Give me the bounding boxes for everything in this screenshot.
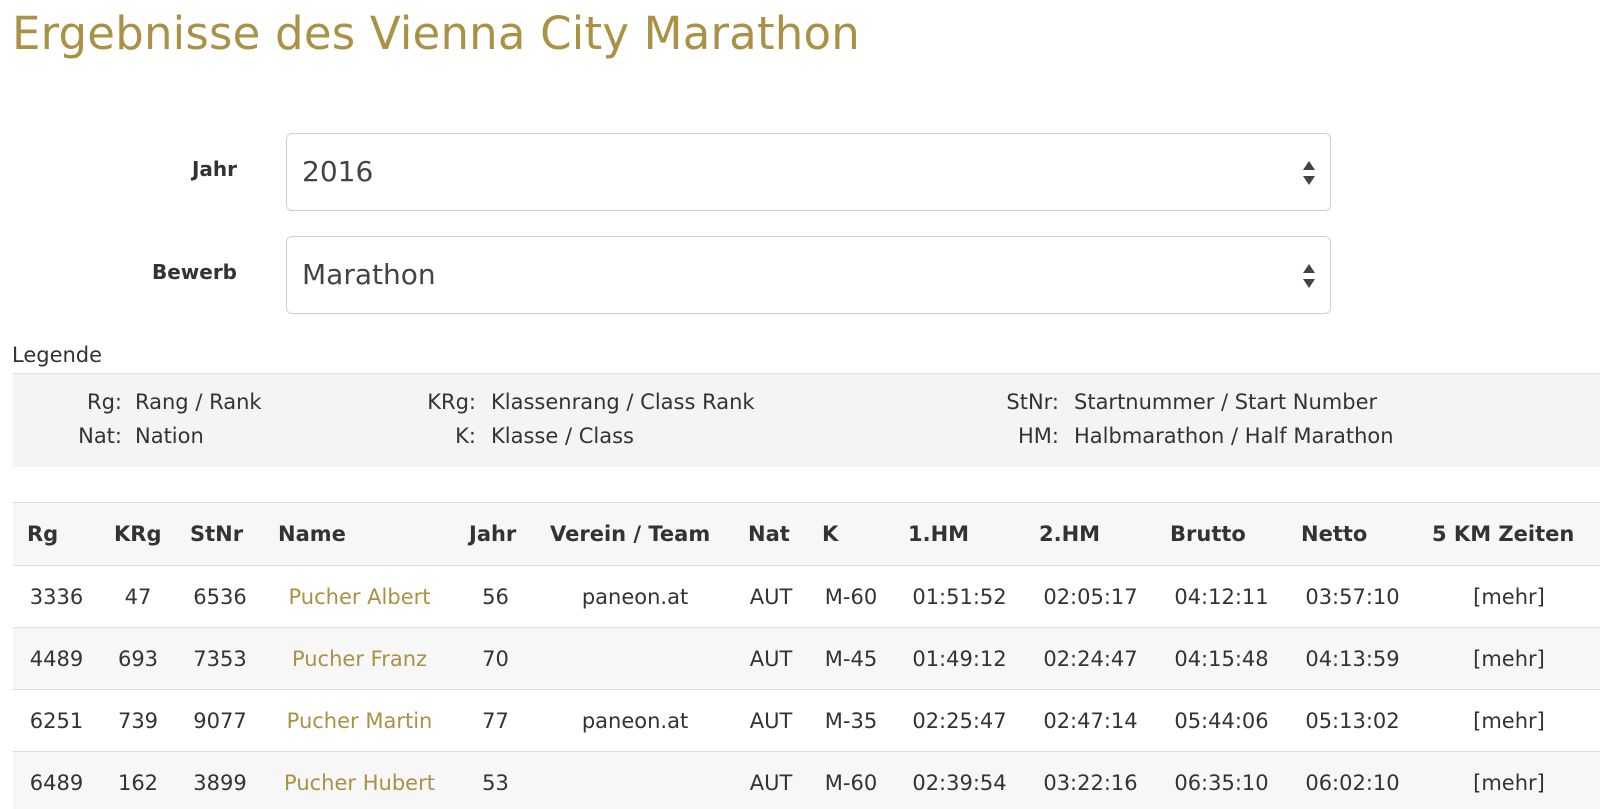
column-header-krg: KRg <box>100 502 176 566</box>
cell-brutto: 04:15:48 <box>1156 627 1287 690</box>
legend-value-hm: Halbmarathon / Half Marathon <box>1074 424 1394 448</box>
page-title: Ergebnisse des Vienna City Marathon <box>12 7 860 60</box>
event-select[interactable]: Marathon <box>286 236 1331 314</box>
cell-netto: 06:02:10 <box>1287 751 1418 809</box>
cell-rg: 6489 <box>13 751 100 809</box>
cell-rg: 6251 <box>13 689 100 752</box>
cell-krg: 739 <box>100 689 176 752</box>
table-header-row: Rg KRg StNr Name Jahr Verein / Team Nat … <box>13 502 1600 566</box>
table-row: 4489 693 7353 Pucher Franz 70 AUT M-45 0… <box>13 627 1600 690</box>
cell-nat: AUT <box>734 627 808 690</box>
cell-team: paneon.at <box>536 689 734 752</box>
select-updown-arrows-icon <box>1302 261 1316 291</box>
runner-name-link[interactable]: Pucher Albert <box>264 565 455 628</box>
cell-krg: 693 <box>100 627 176 690</box>
event-label: Bewerb <box>151 260 237 284</box>
cell-team <box>536 627 734 690</box>
column-header-hm2: 2.HM <box>1025 502 1156 566</box>
legend-key-nat: Nat: <box>78 424 122 448</box>
column-header-5km-splits: 5 KM Zeiten <box>1418 502 1600 566</box>
cell-hm1: 01:51:52 <box>894 565 1025 628</box>
cell-netto: 03:57:10 <box>1287 565 1418 628</box>
cell-k: M-60 <box>808 751 894 809</box>
column-header-name: Name <box>264 502 455 566</box>
cell-stnr: 7353 <box>176 627 264 690</box>
column-header-nat: Nat <box>734 502 808 566</box>
legend-value-stnr: Startnummer / Start Number <box>1074 390 1378 414</box>
year-label: Jahr <box>191 157 237 181</box>
cell-jahr: 77 <box>455 689 536 752</box>
cell-team: paneon.at <box>536 565 734 628</box>
cell-netto: 05:13:02 <box>1287 689 1418 752</box>
cell-jahr: 70 <box>455 627 536 690</box>
year-select[interactable]: 2016 <box>286 133 1331 211</box>
cell-nat: AUT <box>734 751 808 809</box>
legend-key-krg: KRg: <box>427 390 476 414</box>
column-header-rg: Rg <box>13 502 100 566</box>
event-select-value: Marathon <box>302 258 436 291</box>
event-form-row: Bewerb Marathon <box>0 236 1332 314</box>
cell-k: M-45 <box>808 627 894 690</box>
legend-heading: Legende <box>12 343 103 367</box>
legend-value-rg: Rang / Rank <box>135 390 262 414</box>
cell-k: M-35 <box>808 689 894 752</box>
cell-hm1: 01:49:12 <box>894 627 1025 690</box>
cell-rg: 3336 <box>13 565 100 628</box>
column-header-k: K <box>808 502 894 566</box>
runner-name-link[interactable]: Pucher Hubert <box>264 751 455 809</box>
more-splits-link[interactable]: [mehr] <box>1418 751 1600 809</box>
column-header-hm1: 1.HM <box>894 502 1025 566</box>
runner-name-link[interactable]: Pucher Franz <box>264 627 455 690</box>
legend-value-k: Klasse / Class <box>491 424 634 448</box>
cell-hm1: 02:39:54 <box>894 751 1025 809</box>
cell-nat: AUT <box>734 565 808 628</box>
cell-jahr: 56 <box>455 565 536 628</box>
more-splits-link[interactable]: [mehr] <box>1418 627 1600 690</box>
table-row: 6251 739 9077 Pucher Martin 77 paneon.at… <box>13 689 1600 752</box>
cell-team <box>536 751 734 809</box>
legend-value-nat: Nation <box>135 424 204 448</box>
cell-jahr: 53 <box>455 751 536 809</box>
column-header-stnr: StNr <box>176 502 264 566</box>
cell-nat: AUT <box>734 689 808 752</box>
cell-rg: 4489 <box>13 627 100 690</box>
cell-stnr: 6536 <box>176 565 264 628</box>
cell-hm2: 02:05:17 <box>1025 565 1156 628</box>
cell-hm2: 02:47:14 <box>1025 689 1156 752</box>
results-page: Ergebnisse des Vienna City Marathon Jahr… <box>0 0 1600 809</box>
cell-hm1: 02:25:47 <box>894 689 1025 752</box>
cell-brutto: 06:35:10 <box>1156 751 1287 809</box>
cell-krg: 162 <box>100 751 176 809</box>
column-header-jahr: Jahr <box>455 502 536 566</box>
cell-hm2: 02:24:47 <box>1025 627 1156 690</box>
year-form-row: Jahr 2016 <box>0 133 1332 211</box>
cell-stnr: 9077 <box>176 689 264 752</box>
cell-stnr: 3899 <box>176 751 264 809</box>
runner-name-link[interactable]: Pucher Martin <box>264 689 455 752</box>
cell-k: M-60 <box>808 565 894 628</box>
cell-brutto: 04:12:11 <box>1156 565 1287 628</box>
legend-key-rg: Rg: <box>87 390 122 414</box>
legend-box: Rg: Rang / Rank Nat: Nation KRg: Klassen… <box>13 373 1600 467</box>
column-header-netto: Netto <box>1287 502 1418 566</box>
legend-key-hm: HM: <box>1018 424 1059 448</box>
column-header-brutto: Brutto <box>1156 502 1287 566</box>
legend-key-k: K: <box>455 424 476 448</box>
legend-value-krg: Klassenrang / Class Rank <box>491 390 755 414</box>
cell-hm2: 03:22:16 <box>1025 751 1156 809</box>
more-splits-link[interactable]: [mehr] <box>1418 689 1600 752</box>
results-table: Rg KRg StNr Name Jahr Verein / Team Nat … <box>13 502 1600 809</box>
table-row: 3336 47 6536 Pucher Albert 56 paneon.at … <box>13 565 1600 628</box>
table-row: 6489 162 3899 Pucher Hubert 53 AUT M-60 … <box>13 751 1600 809</box>
cell-netto: 04:13:59 <box>1287 627 1418 690</box>
more-splits-link[interactable]: [mehr] <box>1418 565 1600 628</box>
year-select-value: 2016 <box>302 155 374 188</box>
select-updown-arrows-icon <box>1302 158 1316 188</box>
column-header-team: Verein / Team <box>536 502 734 566</box>
legend-key-stnr: StNr: <box>1006 390 1059 414</box>
cell-brutto: 05:44:06 <box>1156 689 1287 752</box>
cell-krg: 47 <box>100 565 176 628</box>
